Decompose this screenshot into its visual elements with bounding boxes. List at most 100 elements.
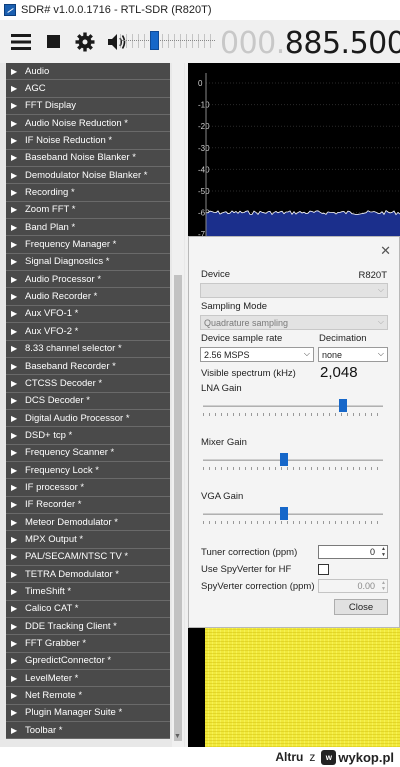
plugin-item[interactable]: ▶ Aux VFO-1 * — [6, 305, 170, 324]
expand-arrow-icon: ▶ — [11, 534, 18, 544]
plugin-item[interactable]: ▶ Frequency Lock * — [6, 461, 170, 480]
plugin-scrollbar-thumb[interactable] — [174, 275, 182, 741]
stop-icon[interactable] — [42, 31, 64, 53]
visible-spectrum-value: 2,048 — [320, 364, 358, 381]
expand-arrow-icon: ▶ — [11, 153, 18, 163]
plugin-item-label: Audio Noise Reduction * — [25, 117, 128, 129]
expand-arrow-icon: ▶ — [11, 361, 18, 371]
lna-gain-slider[interactable] — [203, 397, 383, 417]
sample-rate-label: Device sample rate — [201, 333, 283, 344]
volume-slider[interactable] — [120, 20, 215, 63]
close-button[interactable]: Close — [334, 599, 388, 615]
plugin-item[interactable]: ▶ Aux VFO-2 * — [6, 323, 170, 341]
spinner-arrows-icon[interactable]: ▲ ▼ — [381, 546, 386, 558]
close-icon[interactable]: ✕ — [380, 243, 391, 259]
vga-gain-slider[interactable] — [203, 505, 383, 525]
spyverter-correction-input[interactable]: 0.00 ▲ ▼ — [318, 579, 388, 593]
plugin-item-label: Digital Audio Processor * — [25, 412, 130, 424]
mixer-gain-slider[interactable] — [203, 451, 383, 471]
plugin-item[interactable]: ▶ TETRA Demodulator * — [6, 565, 170, 584]
mixer-gain-thumb[interactable] — [280, 453, 288, 466]
plugin-item[interactable]: ▶ Zoom FFT * — [6, 201, 170, 220]
plugin-item[interactable]: ▶ Audio Noise Reduction * — [6, 115, 170, 133]
plugin-item[interactable]: ▶ IF Noise Reduction * — [6, 132, 170, 150]
watermark-separator: z — [309, 750, 316, 764]
plugin-item[interactable]: ▶ Toolbar * — [6, 722, 170, 740]
frequency-display[interactable]: 000.885.500.00 — [220, 26, 400, 61]
scroll-down-icon[interactable]: ▼ — [174, 733, 181, 740]
plugin-item[interactable]: ▶ MPX Output * — [6, 531, 170, 549]
expand-arrow-icon: ▶ — [11, 136, 18, 146]
plugin-item-label: Net Remote * — [25, 690, 83, 702]
spectrum-axis-label: -40 — [198, 165, 210, 174]
plugin-item[interactable]: ▶ Calico CAT * — [6, 600, 170, 618]
sample-rate-select[interactable]: 2.56 MSPS ⌵ — [200, 347, 314, 362]
plugin-item[interactable]: ▶ Audio — [6, 63, 170, 81]
plugin-item-label: LevelMeter * — [25, 672, 79, 684]
plugin-item-label: Frequency Manager * — [25, 239, 117, 251]
plugin-item[interactable]: ▶ FFT Display — [6, 97, 170, 116]
sampling-mode-select[interactable]: Quadrature sampling ⌵ — [200, 315, 388, 330]
expand-arrow-icon: ▶ — [11, 188, 18, 198]
waterfall-display[interactable] — [188, 628, 400, 747]
plugin-item[interactable]: ▶ DDE Tracking Client * — [6, 618, 170, 636]
decimation-select[interactable]: none ⌵ — [318, 347, 388, 362]
plugin-item[interactable]: ▶ DCS Decoder * — [6, 392, 170, 410]
plugin-item[interactable]: ▶ Band Plan * — [6, 219, 170, 237]
plugin-item[interactable]: ▶ PAL/SECAM/NTSC TV * — [6, 548, 170, 566]
plugin-item-label: Band Plan * — [25, 221, 76, 233]
plugin-item[interactable]: ▶ LevelMeter * — [6, 670, 170, 688]
plugin-item[interactable]: ▶ CTCSS Decoder * — [6, 375, 170, 393]
expand-arrow-icon: ▶ — [11, 604, 18, 614]
chevron-down-icon: ⌵ — [377, 349, 384, 358]
tuner-correction-input[interactable]: 0 ▲ ▼ — [318, 545, 388, 559]
plugin-item[interactable]: ▶ DSD+ tcp * — [6, 427, 170, 445]
expand-arrow-icon: ▶ — [11, 222, 18, 232]
plugin-item[interactable]: ▶ Recording * — [6, 184, 170, 202]
expand-arrow-icon: ▶ — [11, 309, 18, 319]
wykop-logo-icon: w — [321, 749, 337, 765]
plugin-item[interactable]: ▶ Plugin Manager Suite * — [6, 704, 170, 723]
plugin-item[interactable]: ▶ Audio Processor * — [6, 271, 170, 289]
expand-arrow-icon: ▶ — [11, 66, 18, 76]
spectrum-axis-label: -20 — [198, 122, 210, 131]
plugin-item[interactable]: ▶ Baseband Recorder * — [6, 357, 170, 376]
gear-icon[interactable] — [74, 31, 96, 53]
plugin-item[interactable]: ▶ AGC — [6, 80, 170, 98]
visible-spectrum-label: Visible spectrum (kHz) — [201, 368, 296, 379]
spectrum-analyzer[interactable]: 0-10-20-30-40-50-60-70-80 — [188, 63, 400, 241]
rtl-sdr-controller-dialog: ✕ Device R820T ⌵ Sampling Mode Quadratur… — [188, 236, 400, 628]
plugin-item[interactable]: ▶ Demodulator Noise Blanker * — [6, 167, 170, 185]
vga-gain-thumb[interactable] — [280, 507, 288, 520]
plugin-item[interactable]: ▶ Frequency Manager * — [6, 236, 170, 254]
expand-arrow-icon: ▶ — [11, 465, 18, 475]
plugin-item[interactable]: ▶ IF Recorder * — [6, 496, 170, 514]
plugin-item-label: IF Noise Reduction * — [25, 135, 113, 147]
menu-icon[interactable] — [10, 31, 32, 53]
volume-slider-thumb[interactable] — [150, 31, 159, 50]
plugin-item[interactable]: ▶ Digital Audio Processor * — [6, 409, 170, 428]
plugin-item[interactable]: ▶ Audio Recorder * — [6, 288, 170, 306]
plugin-item[interactable]: ▶ Meteor Demodulator * — [6, 513, 170, 532]
lna-gain-label: LNA Gain — [201, 383, 242, 394]
plugin-item[interactable]: ▶ Baseband Noise Blanker * — [6, 149, 170, 168]
spectrum-axis-label: -10 — [198, 101, 210, 110]
expand-arrow-icon: ▶ — [11, 274, 18, 284]
spinner-arrows-icon[interactable]: ▲ ▼ — [381, 580, 386, 592]
plugin-item-label: Calico CAT * — [25, 603, 79, 615]
plugin-item-label: Aux VFO-2 * — [25, 325, 79, 337]
plugin-item[interactable]: ▶ Frequency Scanner * — [6, 444, 170, 462]
lna-gain-thumb[interactable] — [339, 399, 347, 412]
device-select[interactable]: ⌵ — [200, 283, 388, 298]
plugin-item[interactable]: ▶ Signal Diagnostics * — [6, 253, 170, 272]
plugin-item[interactable]: ▶ Net Remote * — [6, 687, 170, 705]
plugin-item[interactable]: ▶ GpredictConnector * — [6, 652, 170, 671]
plugin-item[interactable]: ▶ IF processor * — [6, 479, 170, 497]
plugin-item[interactable]: ▶ FFT Grabber * — [6, 635, 170, 653]
plugin-item[interactable]: ▶ TimeShift * — [6, 583, 170, 601]
plugin-item[interactable]: ▶ 8.33 channel selector * — [6, 340, 170, 358]
plugin-item-label: Toolbar * — [25, 724, 63, 736]
spyverter-checkbox[interactable] — [318, 564, 329, 575]
plugin-item-label: Baseband Noise Blanker * — [25, 152, 136, 164]
plugin-item-label: PAL/SECAM/NTSC TV * — [25, 551, 129, 563]
